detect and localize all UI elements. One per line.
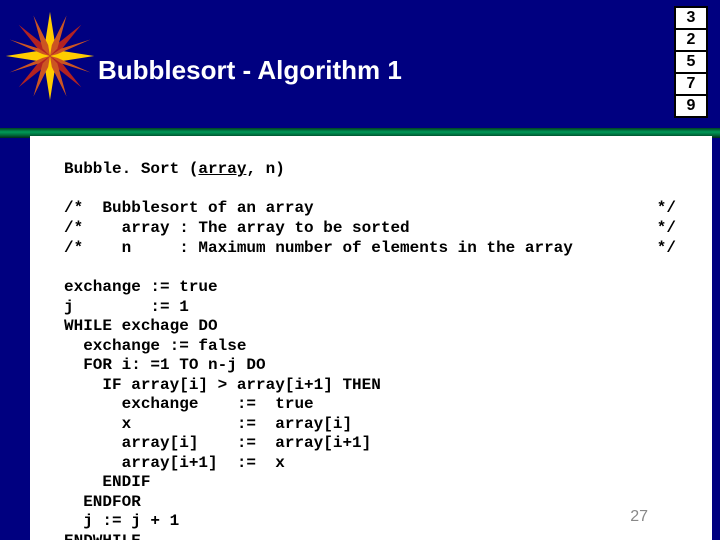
comment-line: /* n : Maximum number of elements in the… xyxy=(64,238,684,258)
procedure-signature: Bubble. Sort (array, n) xyxy=(64,160,684,178)
comment-line: /* Bubblesort of an array */ xyxy=(64,198,684,218)
comment-text: /* n : Maximum number of elements in the… xyxy=(64,238,573,258)
array-cell: 5 xyxy=(674,50,708,74)
pseudocode: exchange := true j := 1 WHILE exchage DO… xyxy=(64,278,684,540)
slide: Bubblesort - Algorithm 1 3 2 5 7 9 Bubbl… xyxy=(0,0,720,540)
slide-number: 27 xyxy=(630,508,648,526)
array-cell: 2 xyxy=(674,28,708,52)
content-area: Bubble. Sort (array, n) /* Bubblesort of… xyxy=(30,136,712,540)
comment-close: */ xyxy=(657,238,684,258)
comment-text: /* Bubblesort of an array xyxy=(64,198,314,218)
comment-line: /* array : The array to be sorted */ xyxy=(64,218,684,238)
array-cell: 7 xyxy=(674,72,708,96)
comment-block: /* Bubblesort of an array */ /* array : … xyxy=(64,198,684,258)
array-cell: 9 xyxy=(674,94,708,118)
header: Bubblesort - Algorithm 1 3 2 5 7 9 xyxy=(0,0,720,138)
starburst-icon xyxy=(4,10,96,102)
array-cell: 3 xyxy=(674,6,708,30)
slide-title: Bubblesort - Algorithm 1 xyxy=(98,55,402,86)
comment-close: */ xyxy=(657,198,684,218)
array-visual: 3 2 5 7 9 xyxy=(674,6,708,116)
sig-suffix: , n) xyxy=(246,160,284,178)
comment-close: */ xyxy=(657,218,684,238)
sig-prefix: Bubble. Sort ( xyxy=(64,160,198,178)
comment-text: /* array : The array to be sorted xyxy=(64,218,410,238)
sig-param: array xyxy=(198,160,246,178)
